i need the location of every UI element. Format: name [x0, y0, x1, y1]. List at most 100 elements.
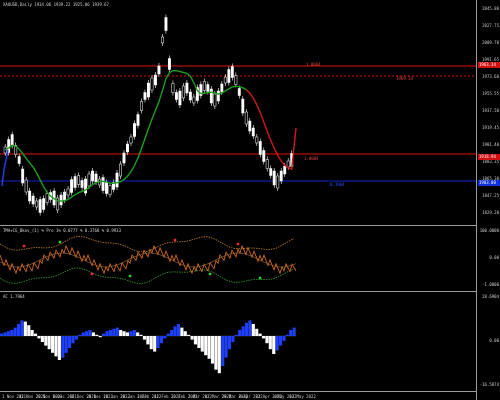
candle — [105, 182, 108, 194]
candle — [28, 190, 32, 202]
ac-bar — [204, 336, 208, 356]
candle — [126, 143, 129, 153]
signal-dot — [90, 272, 94, 276]
candle — [185, 82, 189, 94]
ac-bar — [227, 336, 232, 350]
ac-bar — [251, 324, 255, 336]
candle — [31, 195, 35, 205]
ac-bar — [210, 336, 215, 364]
candle — [150, 77, 154, 91]
candle — [251, 127, 255, 137]
ac-bar — [17, 324, 21, 336]
candle — [143, 92, 147, 100]
candle — [122, 152, 126, 164]
price-tick: 1973.60 — [482, 74, 499, 79]
candle — [272, 170, 276, 186]
price-tick: 1829.20 — [482, 210, 499, 215]
ac-bar — [40, 336, 44, 342]
candle — [59, 194, 63, 206]
candlestick-chart — [0, 14, 476, 216]
candle — [265, 159, 269, 169]
ac-bar — [221, 336, 225, 366]
ac-bar — [289, 330, 293, 336]
ac-histogram — [0, 320, 296, 374]
price-tick: 1937.50 — [482, 108, 499, 113]
ac-bar — [37, 336, 41, 339]
ac-bar — [10, 330, 14, 336]
ac-bar — [224, 336, 228, 358]
ac-bar — [105, 331, 109, 336]
level-mid-label: 1.0004 — [304, 156, 319, 161]
price-scale[interactable]: 2045.80 2027.75 2009.70 1991.65 1973.60 1955.… — [476, 0, 500, 400]
signal-dot — [22, 244, 26, 248]
ac-bar — [244, 322, 249, 336]
candle — [192, 96, 196, 104]
candle — [17, 156, 21, 164]
candle — [223, 76, 227, 84]
band-tick: 0.00 — [489, 255, 499, 260]
ac-indicator-pane[interactable]: AC 1.7964 — [0, 292, 476, 392]
ac-bar — [190, 336, 194, 340]
ac-bar — [241, 326, 245, 336]
main-chart-pane[interactable]: XAUUSD,Daily 1934.06 1939.22 1925.06 193… — [0, 0, 476, 226]
candle — [115, 172, 119, 188]
ac-tick: 28.6904 — [482, 294, 499, 299]
candle — [206, 84, 210, 92]
ac-bar — [88, 330, 92, 336]
ac-tick: -16.5874 — [479, 382, 499, 387]
candle — [66, 188, 70, 196]
level-high-label: 1.0004 — [306, 62, 321, 67]
signal-dot — [173, 238, 177, 242]
ac-bar — [95, 334, 99, 336]
time-label: 13 May 2022 — [289, 394, 316, 399]
res-price-tag: 1963.34 — [478, 62, 500, 68]
candle — [167, 58, 171, 70]
candle — [38, 199, 42, 213]
ac-bar — [20, 320, 24, 336]
candle — [129, 136, 133, 144]
ac-bar — [0, 333, 4, 336]
ac-bar — [3, 332, 7, 336]
ac-bar — [139, 334, 143, 336]
level-high-value: 1969.14 — [396, 76, 413, 81]
ac-bar — [258, 333, 262, 336]
ac-bar — [200, 336, 204, 352]
candle — [234, 75, 238, 85]
ac-bar — [159, 336, 164, 344]
candle — [230, 66, 234, 78]
ac-bar — [81, 332, 85, 336]
candle — [119, 163, 122, 177]
ac-bar — [78, 334, 82, 336]
candle — [220, 83, 224, 93]
bands-indicator-pane[interactable]: TMA+CG_Bkov_(1) % Pro 1% 0.0777 % 0.3768… — [0, 226, 476, 292]
ac-bar — [275, 336, 279, 351]
ac-bar — [163, 336, 167, 339]
ac-bar — [142, 336, 146, 340]
ac-bar — [180, 327, 184, 336]
candle — [209, 88, 213, 104]
candle — [171, 83, 175, 93]
ac-tick: 0.00 — [489, 338, 499, 343]
ac-bar — [27, 325, 31, 336]
candle — [248, 120, 252, 132]
candle — [188, 91, 192, 101]
ac-bar — [98, 336, 102, 338]
candle — [160, 36, 164, 44]
candle — [202, 81, 206, 91]
ac-bar — [68, 336, 72, 348]
lower-band — [0, 267, 295, 284]
candle — [213, 93, 217, 107]
candle — [21, 168, 25, 184]
candle — [153, 74, 157, 86]
signal-dot — [58, 240, 62, 244]
ac-bar — [146, 336, 150, 345]
candle — [164, 17, 168, 31]
ac-bar — [85, 331, 89, 336]
candle — [77, 175, 81, 185]
ac-bar — [214, 336, 218, 370]
band-tick: 100.0000 — [479, 228, 499, 233]
price-tick: 2027.75 — [482, 23, 499, 28]
price-tick: 1901.40 — [482, 142, 499, 147]
ac-bar — [292, 327, 296, 336]
price-tick: 1955.55 — [482, 91, 499, 96]
